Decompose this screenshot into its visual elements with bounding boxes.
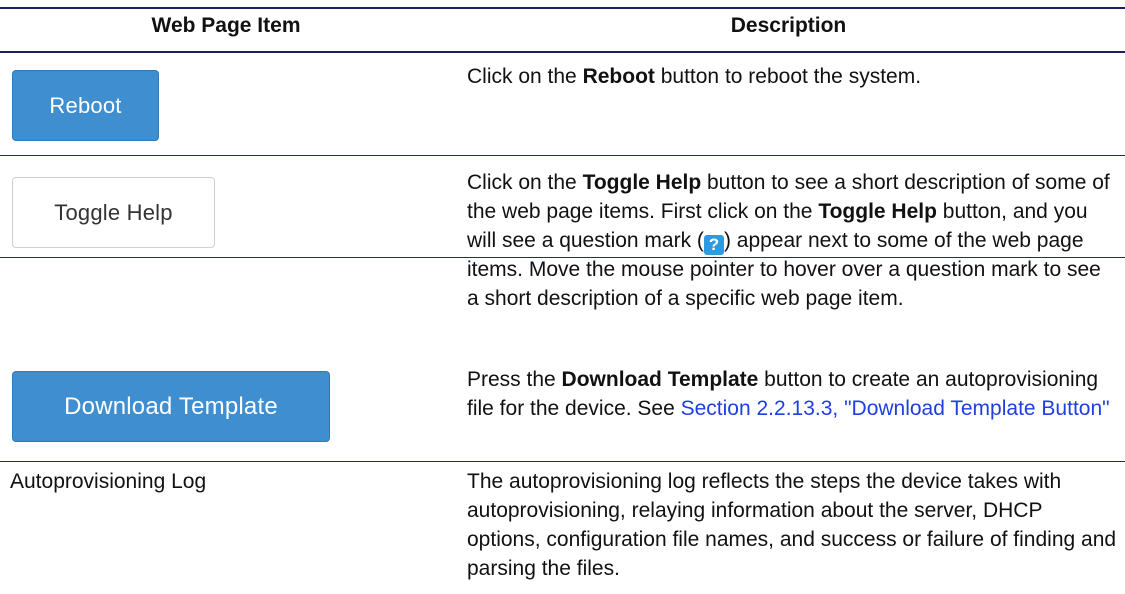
header-description: Description	[730, 14, 847, 37]
section-link[interactable]: Section 2.2.13.3, "Download Template But…	[681, 397, 1110, 420]
toggle-help-button[interactable]: Toggle Help	[12, 177, 215, 248]
table-top-rule	[0, 7, 1125, 9]
question-mark-icon: ?	[703, 235, 724, 255]
reboot-button[interactable]: Reboot	[12, 70, 159, 141]
header-bottom-rule	[0, 51, 1125, 53]
reboot-description: Click on the Reboot button to reboot the…	[467, 65, 922, 88]
row-divider	[0, 461, 1125, 462]
header-web-page-item: Web Page Item	[151, 14, 301, 37]
toggle-help-description: Click on the Toggle Help button to see a…	[467, 171, 1110, 310]
download-template-description: Press the Download Template button to cr…	[467, 368, 1110, 420]
row-divider	[0, 155, 1125, 156]
download-template-button[interactable]: Download Template	[12, 371, 330, 442]
autoprovisioning-log-description: The autoprovisioning log reflects the st…	[467, 470, 1117, 580]
autoprovisioning-log-label: Autoprovisioning Log	[10, 470, 207, 493]
